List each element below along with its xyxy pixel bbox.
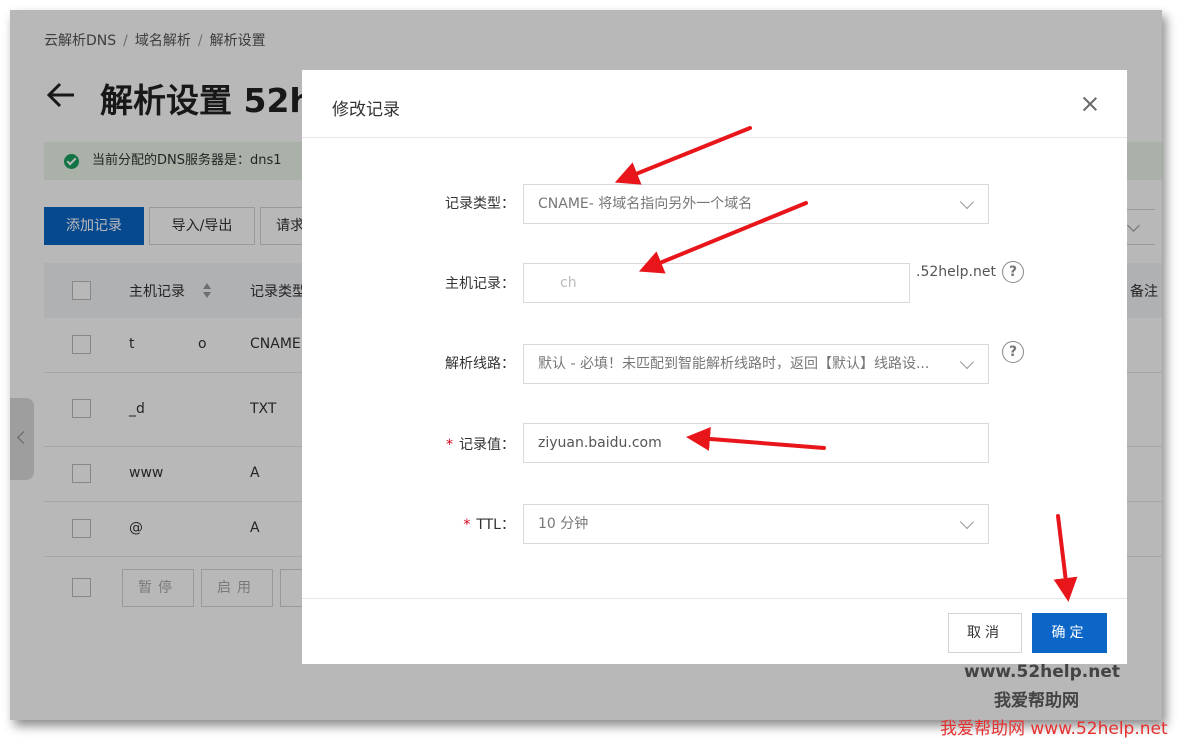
record-value-text: ziyuan.baidu.com <box>538 435 662 451</box>
line-value: 默认 - 必填！未匹配到智能解析线路时，返回【默认】线路设... <box>538 356 930 372</box>
line-label: 解析线路： <box>445 356 515 372</box>
record-type-select[interactable]: CNAME- 将域名指向另外一个域名 <box>523 184 989 224</box>
ttl-select[interactable]: 10 分钟 <box>523 504 989 544</box>
help-icon[interactable]: ? <box>1002 261 1024 283</box>
host-record-label: 主机记录： <box>445 276 515 292</box>
record-type-label: 记录类型： <box>445 196 515 212</box>
dialog-footer: 取消 确定 <box>302 598 1127 664</box>
chevron-down-icon <box>959 514 975 530</box>
cancel-button[interactable]: 取消 <box>948 613 1022 653</box>
record-type-value: CNAME- 将域名指向另外一个域名 <box>538 196 753 212</box>
record-value-input[interactable]: ziyuan.baidu.com <box>523 423 989 463</box>
line-select[interactable]: 默认 - 必填！未匹配到智能解析线路时，返回【默认】线路设... <box>523 344 989 384</box>
host-record-input[interactable]: ch <box>523 263 910 303</box>
confirm-button[interactable]: 确定 <box>1032 613 1107 653</box>
watermark-name: 我爱帮助网 <box>994 691 1079 711</box>
host-record-value: ch <box>560 275 577 291</box>
dialog-title: 修改记录 <box>332 100 400 120</box>
dialog-header: 修改记录 <box>302 70 1127 138</box>
ttl-value: 10 分钟 <box>538 516 589 532</box>
record-value-label: * 记录值： <box>446 437 515 453</box>
watermark-footer: 我爱帮助网 www.52help.net <box>940 719 1168 739</box>
ttl-label: * TTL： <box>463 517 515 533</box>
domain-suffix: .52help.net <box>916 264 996 280</box>
screenshot-frame: 云解析DNS / 域名解析 / 解析设置 解析设置 52h 当前分配的DNS服务器是：d… <box>10 10 1162 720</box>
close-icon[interactable] <box>1080 94 1100 114</box>
edit-record-dialog: 修改记录 记录类型： CNAME- 将域名指向另外一个域名 主机记录： ch .… <box>302 70 1127 664</box>
chevron-down-icon <box>959 354 975 370</box>
help-icon[interactable]: ? <box>1002 341 1024 363</box>
chevron-down-icon <box>959 194 975 210</box>
watermark-url: www.52help.net <box>964 662 1120 682</box>
